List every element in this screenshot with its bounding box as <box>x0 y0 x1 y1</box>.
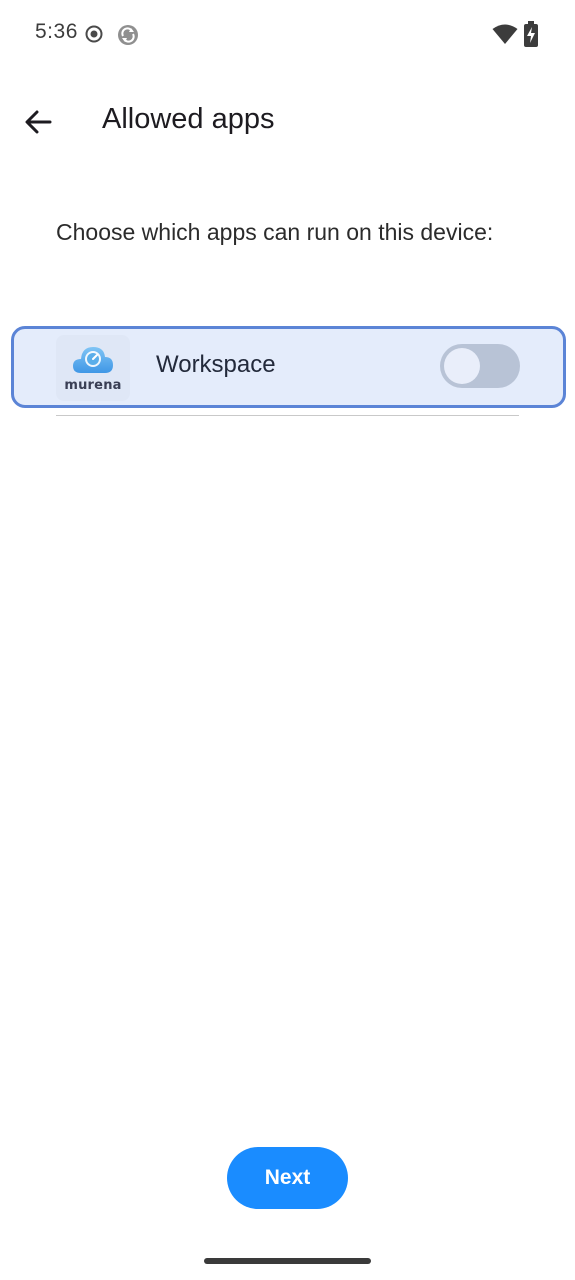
app-name: Workspace <box>156 351 276 378</box>
cloud-logo-icon <box>73 347 113 373</box>
toggle-knob <box>444 348 480 384</box>
app-row-workspace[interactable]: murena Workspace <box>11 326 566 408</box>
description-text: Choose which apps can run on this device… <box>56 219 494 245</box>
battery-icon <box>524 21 538 47</box>
app-toggle-switch[interactable] <box>440 344 520 388</box>
gesture-navigation-handle[interactable] <box>204 1258 371 1264</box>
app-logo: murena <box>56 335 130 401</box>
wifi-icon <box>492 24 518 44</box>
divider <box>56 415 519 416</box>
sync-icon <box>118 25 138 45</box>
logo-wordmark: murena <box>64 378 122 393</box>
arrow-left-icon <box>25 110 52 134</box>
record-icon <box>85 25 103 43</box>
screen: 5:36 Allowed apps Choose which apps can … <box>0 0 575 1280</box>
next-button[interactable]: Next <box>227 1147 348 1209</box>
app-bar: Allowed apps <box>0 80 575 164</box>
status-time: 5:36 <box>35 20 78 43</box>
page-title: Allowed apps <box>102 103 275 135</box>
status-bar: 5:36 <box>0 0 575 68</box>
back-button[interactable] <box>14 98 62 146</box>
